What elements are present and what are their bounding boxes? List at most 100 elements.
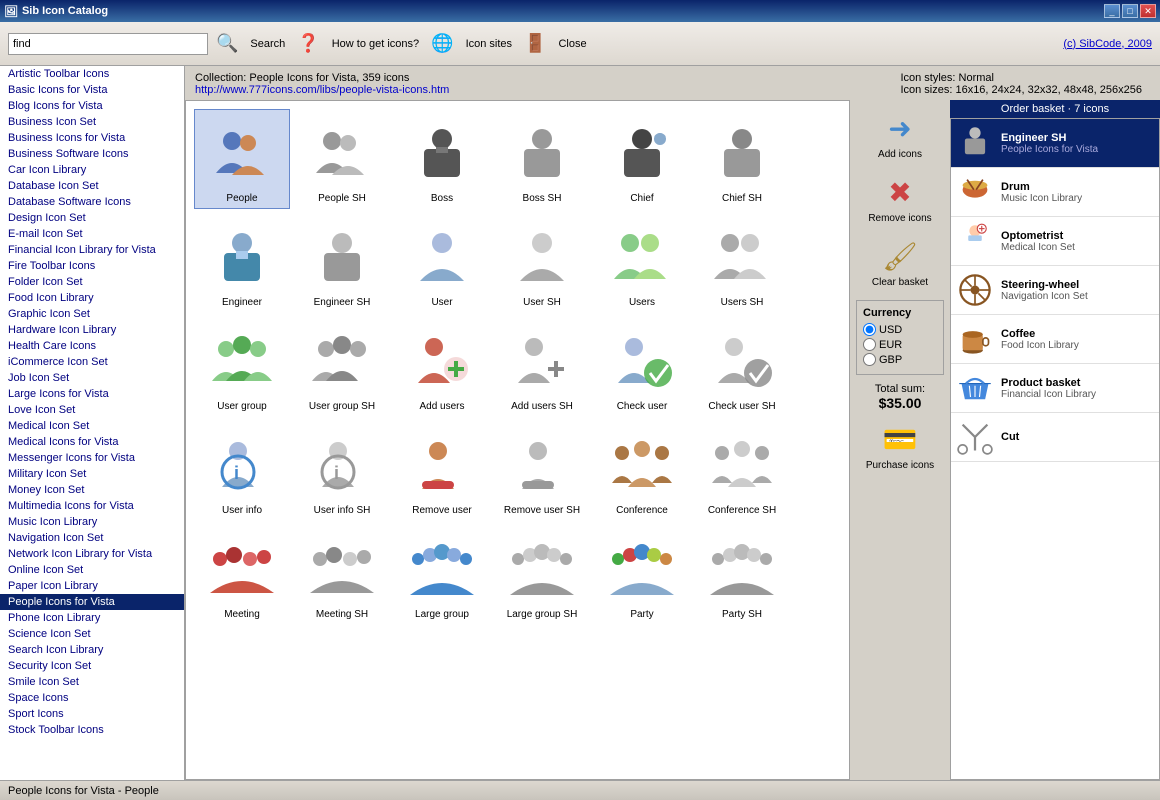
sidebar-item-32[interactable]: Paper Icon Library [0,578,184,594]
icon-item-users[interactable]: Users [594,213,690,313]
icon-item-remove-user[interactable]: Remove user [394,421,490,521]
collection-link[interactable]: http://www.777icons.com/libs/people-vist… [195,84,449,96]
icon-item-people[interactable]: People [194,109,290,209]
icon-item-user-sh[interactable]: User SH [494,213,590,313]
remove-icons-button[interactable]: ✖ Remove icons [864,172,935,228]
sidebar-item-23[interactable]: Medical Icons for Vista [0,434,184,450]
sidebar-item-20[interactable]: Large Icons for Vista [0,386,184,402]
icon-sites-button[interactable]: Icon sites [462,36,516,52]
icon-item-chief-sh[interactable]: Chief SH [694,109,790,209]
sidebar-item-33[interactable]: People Icons for Vista [0,594,184,610]
icon-item-user-info-sh[interactable]: i User info SH [294,421,390,521]
icon-item-meeting-sh[interactable]: Meeting SH [294,525,390,625]
sidebar-item-8[interactable]: Database Software Icons [0,194,184,210]
basket-item-drum-b[interactable]: DrumMusic Icon Library [951,168,1159,217]
sidebar-item-11[interactable]: Financial Icon Library for Vista [0,242,184,258]
howto-button[interactable]: How to get icons? [328,36,423,52]
sidebar-item-22[interactable]: Medical Icon Set [0,418,184,434]
icon-item-user-info[interactable]: i User info [194,421,290,521]
sidebar-item-34[interactable]: Phone Icon Library [0,610,184,626]
minimize-button[interactable]: _ [1104,4,1120,18]
icon-item-add-users[interactable]: Add users [394,317,490,417]
sidebar-item-19[interactable]: Job Icon Set [0,370,184,386]
sidebar-item-31[interactable]: Online Icon Set [0,562,184,578]
basket-item-steering-b[interactable]: Steering-wheelNavigation Icon Set [951,266,1159,315]
icon-item-boss[interactable]: Boss [394,109,490,209]
sidebar-item-7[interactable]: Database Icon Set [0,178,184,194]
sidebar-item-9[interactable]: Design Icon Set [0,210,184,226]
sidebar-item-6[interactable]: Car Icon Library [0,162,184,178]
currency-usd[interactable]: USD [863,323,937,336]
sidebar-item-0[interactable]: Artistic Toolbar Icons [0,66,184,82]
sidebar-item-29[interactable]: Navigation Icon Set [0,530,184,546]
basket-item-coffee-b[interactable]: CoffeeFood Icon Library [951,315,1159,364]
close-button[interactable]: ✕ [1140,4,1156,18]
clear-basket-button[interactable]: 🖌 Clear basket [868,236,932,292]
sidebar-item-25[interactable]: Military Icon Set [0,466,184,482]
icon-item-conference[interactable]: Conference [594,421,690,521]
sidebar-item-38[interactable]: Smile Icon Set [0,674,184,690]
icon-item-party-sh[interactable]: Party SH [694,525,790,625]
icon-item-large-group[interactable]: Large group [394,525,490,625]
sidebar-item-18[interactable]: iCommerce Icon Set [0,354,184,370]
sidebar-item-12[interactable]: Fire Toolbar Icons [0,258,184,274]
basket-item-product-basket-b[interactable]: Product basketFinancial Icon Library [951,364,1159,413]
sidebar-item-39[interactable]: Space Icons [0,690,184,706]
icon-item-people-sh[interactable]: People SH [294,109,390,209]
icon-item-engineer-sh[interactable]: Engineer SH [294,213,390,313]
basket-item-engineer-sh-b[interactable]: Engineer SHPeople Icons for Vista [951,119,1159,168]
basket-scroll[interactable]: Engineer SHPeople Icons for VistaDrumMus… [950,118,1160,780]
sidebar-scroll[interactable]: Artistic Toolbar IconsBasic Icons for Vi… [0,66,184,780]
icons-panel[interactable]: People People SH Boss Boss SH Chief Chie… [185,100,850,780]
icon-item-users-sh[interactable]: Users SH [694,213,790,313]
icon-item-add-users-sh[interactable]: Add users SH [494,317,590,417]
sidebar-item-14[interactable]: Food Icon Library [0,290,184,306]
icon-item-boss-sh[interactable]: Boss SH [494,109,590,209]
sidebar-item-2[interactable]: Blog Icons for Vista [0,98,184,114]
sidebar-item-40[interactable]: Sport Icons [0,706,184,722]
icon-item-check-user-sh[interactable]: Check user SH [694,317,790,417]
sidebar-item-37[interactable]: Security Icon Set [0,658,184,674]
currency-eur[interactable]: EUR [863,338,937,351]
sidebar-item-13[interactable]: Folder Icon Set [0,274,184,290]
search-input[interactable] [13,38,203,50]
icon-item-engineer[interactable]: Engineer [194,213,290,313]
sidebar-item-15[interactable]: Graphic Icon Set [0,306,184,322]
icon-item-user-group[interactable]: User group [194,317,290,417]
icon-item-large-group-sh[interactable]: Large group SH [494,525,590,625]
close-app-button[interactable]: Close [554,36,590,52]
icon-item-user[interactable]: User [394,213,490,313]
sidebar-item-36[interactable]: Search Icon Library [0,642,184,658]
sibcode-link[interactable]: (c) SibCode, 2009 [1063,38,1152,50]
icon-item-conference-sh[interactable]: Conference SH [694,421,790,521]
search-button[interactable]: Search [246,36,289,52]
icon-item-party[interactable]: Party [594,525,690,625]
sidebar-item-10[interactable]: E-mail Icon Set [0,226,184,242]
sidebar-item-28[interactable]: Music Icon Library [0,514,184,530]
sidebar-item-17[interactable]: Health Care Icons [0,338,184,354]
sidebar-item-5[interactable]: Business Software Icons [0,146,184,162]
icon-item-check-user[interactable]: Check user [594,317,690,417]
currency-gbp[interactable]: GBP [863,353,937,366]
sidebar-item-27[interactable]: Multimedia Icons for Vista [0,498,184,514]
sidebar-item-41[interactable]: Stock Toolbar Icons [0,722,184,738]
add-icons-button[interactable]: ➜ Add icons [874,108,926,164]
maximize-button[interactable]: □ [1122,4,1138,18]
basket-item-optometrist-b[interactable]: OptometristMedical Icon Set [951,217,1159,266]
search-box[interactable] [8,33,208,55]
icon-item-remove-user-sh[interactable]: Remove user SH [494,421,590,521]
sidebar-item-1[interactable]: Basic Icons for Vista [0,82,184,98]
sidebar-item-3[interactable]: Business Icon Set [0,114,184,130]
sidebar-item-26[interactable]: Money Icon Set [0,482,184,498]
sidebar-item-24[interactable]: Messenger Icons for Vista [0,450,184,466]
sidebar-item-35[interactable]: Science Icon Set [0,626,184,642]
purchase-button[interactable]: 💳 Purchase icons [862,419,938,475]
sidebar-item-4[interactable]: Business Icons for Vista [0,130,184,146]
sidebar-item-30[interactable]: Network Icon Library for Vista [0,546,184,562]
icon-item-chief[interactable]: Chief [594,109,690,209]
icon-item-user-group-sh[interactable]: User group SH [294,317,390,417]
basket-item-cut-b[interactable]: Cut [951,413,1159,462]
sidebar-item-21[interactable]: Love Icon Set [0,402,184,418]
icon-item-meeting[interactable]: Meeting [194,525,290,625]
sidebar-item-16[interactable]: Hardware Icon Library [0,322,184,338]
